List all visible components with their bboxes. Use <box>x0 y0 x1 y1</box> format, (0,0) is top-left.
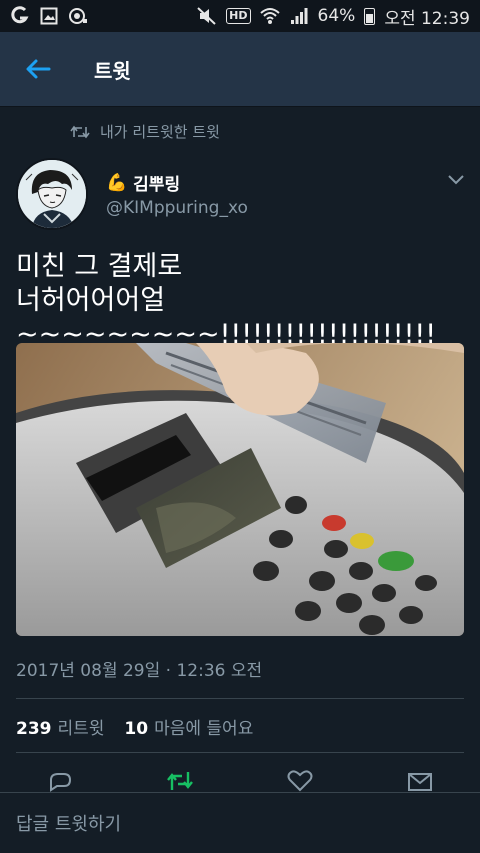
signal-icon <box>289 6 309 26</box>
divider <box>16 752 464 753</box>
status-time: 오전 12:39 <box>384 8 470 29</box>
battery-percent: 64% <box>317 6 356 26</box>
divider <box>16 698 464 699</box>
retweet-icon <box>70 125 90 138</box>
page-title: 트윗 <box>94 58 131 83</box>
avatar[interactable] <box>16 158 88 230</box>
likes-label: 마음에 들어요 <box>154 719 254 739</box>
tweet-stats: 239 리트윗 10 마음에 들어요 <box>16 714 253 739</box>
retweet-button[interactable] <box>160 768 200 792</box>
flexed-biceps-emoji: 💪 <box>106 172 128 193</box>
card-terminal-photo <box>16 343 464 636</box>
share-button[interactable] <box>400 768 440 792</box>
heart-icon <box>287 770 313 792</box>
status-bar: HD 64% 오전 12:39 <box>0 0 480 32</box>
tweet-media[interactable] <box>16 343 464 636</box>
author-name-row[interactable]: 💪 김뿌링 <box>106 170 181 196</box>
reply-placeholder: 답글 트윗하기 <box>16 814 122 835</box>
app-bar: 트윗 <box>0 32 480 107</box>
author-handle[interactable]: @KIMppuring_xo <box>106 198 248 218</box>
retweet-context-text: 내가 리트윗한 트윗 <box>100 123 220 141</box>
camera-record-icon <box>68 6 88 26</box>
wifi-icon <box>259 6 280 26</box>
avatar-illustration <box>18 160 86 228</box>
arrow-left-icon <box>26 59 51 79</box>
chevron-down-icon <box>448 175 464 185</box>
retweets-count: 239 <box>16 719 52 739</box>
battery-icon <box>364 7 376 25</box>
carrier-g-icon <box>10 6 30 26</box>
likes-count: 10 <box>124 719 149 739</box>
mail-icon <box>408 773 432 791</box>
retweet-icon <box>167 772 193 790</box>
hd-voice-icon: HD <box>226 8 251 24</box>
like-stat[interactable]: 10 마음에 들어요 <box>124 714 253 739</box>
tweet-options-button[interactable] <box>444 168 468 192</box>
reply-input[interactable]: 답글 트윗하기 <box>0 792 480 853</box>
tweet-text: 미친 그 결제로 너허어어어얼~~~~~~~~~!!!!!!!!!!!!!!!!… <box>16 251 437 350</box>
reply-button[interactable] <box>40 768 80 792</box>
author-name: 김뿌링 <box>133 175 181 195</box>
status-bar-right: HD 64% 오전 12:39 <box>197 4 470 29</box>
retweets-label: 리트윗 <box>57 719 105 739</box>
gallery-icon <box>39 6 59 26</box>
retweet-context: 내가 리트윗한 트윗 <box>70 121 220 142</box>
reply-icon <box>50 773 72 792</box>
mute-icon <box>197 6 217 26</box>
tweet-actions <box>0 768 480 792</box>
status-bar-left <box>10 6 88 26</box>
retweet-stat[interactable]: 239 리트윗 <box>16 714 104 739</box>
back-button[interactable] <box>16 47 60 91</box>
like-button[interactable] <box>280 768 320 792</box>
tweet-timestamp: 2017년 08월 29일 · 12:36 오전 <box>16 661 263 681</box>
